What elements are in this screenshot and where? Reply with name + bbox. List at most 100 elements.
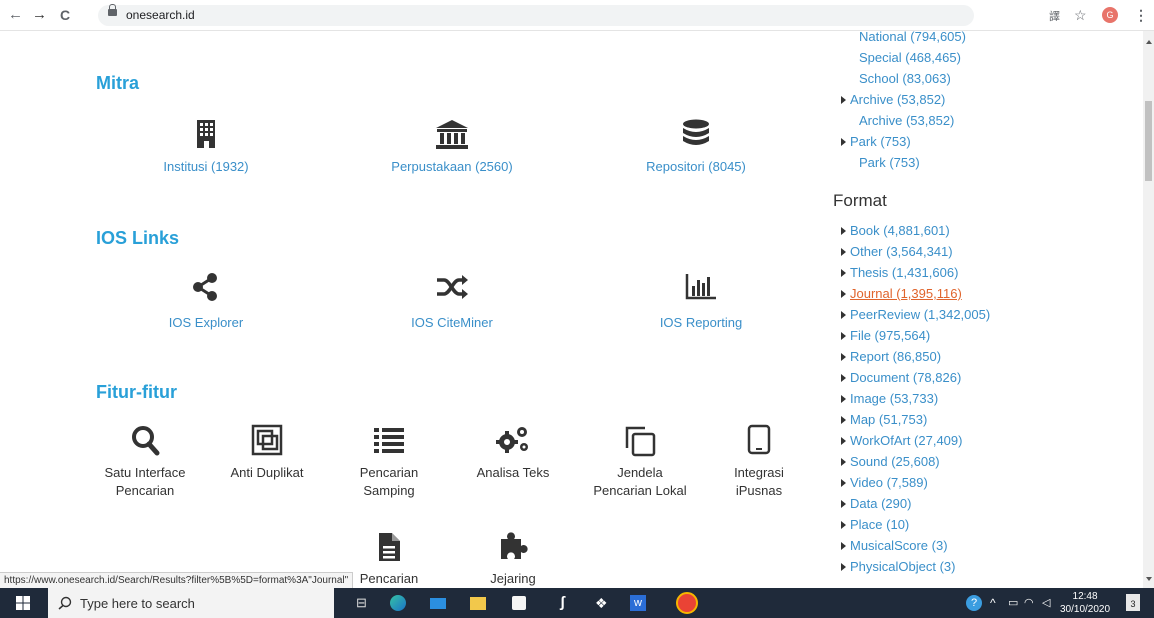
format-facet-label: Image (53,733) [850, 391, 939, 406]
fitur-label-1b: Pencarian [115, 483, 175, 498]
puzzle-icon [501, 532, 528, 559]
format-facet-item[interactable]: Thesis (1,431,606) [841, 262, 958, 283]
fitur-satu-interface[interactable]: Satu Interface Pencarian [90, 424, 200, 500]
format-facet-item[interactable]: Image (53,733) [841, 388, 938, 409]
windows-taskbar: Type here to search ⊟ ʃ ❖ w ? ^ ▭ ◠ ◁ 12… [0, 588, 1154, 618]
sidebar-facet-item[interactable]: Archive (53,852) [859, 110, 954, 131]
ios-citeminer[interactable]: IOS CiteMiner [392, 272, 512, 332]
edge-icon[interactable] [390, 595, 406, 611]
notification-icon[interactable]: 3 [1126, 594, 1140, 611]
search-icon [58, 596, 72, 610]
scrollbar-thumb[interactable] [1145, 101, 1152, 181]
format-facet-item[interactable]: File (975,564) [841, 325, 930, 346]
format-facet-item[interactable]: PhysicalObject (3) [841, 556, 955, 577]
mail-icon[interactable] [430, 598, 446, 609]
format-facet-item[interactable]: WorkOfArt (27,409) [841, 430, 962, 451]
caret-right-icon [841, 290, 846, 298]
caret-right-icon [841, 458, 846, 466]
ios-explorer[interactable]: IOS Explorer [146, 272, 266, 332]
task-view-icon[interactable]: ⊟ [356, 595, 367, 611]
forward-button[interactable]: → [32, 5, 47, 25]
scroll-down-icon[interactable] [1146, 577, 1152, 581]
file-explorer-icon[interactable] [470, 597, 486, 610]
format-facet-label: Journal (1,395,116) [850, 286, 962, 301]
format-facet-item[interactable]: Other (3,564,341) [841, 241, 953, 262]
fitur-integrasi-ipusnas[interactable]: Integrasi iPusnas [704, 424, 814, 500]
notification-count: 3 [1130, 599, 1136, 609]
format-facet-label: Map (51,753) [850, 412, 928, 427]
caret-right-icon [841, 416, 846, 424]
format-facet-item[interactable]: Sound (25,608) [841, 451, 940, 472]
format-facet-label: Document (78,826) [850, 370, 962, 385]
address-url: onesearch.id [126, 8, 195, 22]
ios-reporting[interactable]: IOS Reporting [641, 272, 761, 332]
volume-icon[interactable]: ◁ [1042, 595, 1050, 611]
mitra-institusi[interactable]: Institusi (1932) [146, 118, 266, 176]
system-clock[interactable]: 12:48 30/10/2020 [1060, 590, 1110, 616]
help-icon[interactable]: ? [966, 595, 982, 611]
list-icon [374, 428, 404, 453]
ios-links-heading: IOS Links [96, 228, 180, 248]
page-scrollbar[interactable] [1143, 31, 1154, 588]
fitur-label-3a: Pencarian [359, 465, 419, 480]
format-facet-label: Place (10) [850, 517, 910, 532]
tablet-icon [747, 424, 771, 455]
caret-right-icon [841, 521, 846, 529]
sidebar-facet-item[interactable]: National (794,605) [859, 26, 966, 47]
format-facet-item[interactable]: Place (10) [841, 514, 909, 535]
translate-icon[interactable]: 譯 [1049, 8, 1060, 26]
windows-start-icon[interactable] [16, 596, 30, 610]
format-facet-item[interactable]: Video (7,589) [841, 472, 928, 493]
fitur-jendela-pencarian[interactable]: Jendela Pencarian Lokal [580, 424, 700, 500]
fitur-analisa-teks[interactable]: Analisa Teks [458, 424, 568, 482]
caret-right-icon [841, 479, 846, 487]
avatar[interactable]: G [1102, 7, 1118, 23]
sidebar-facet-item[interactable]: Park (753) [841, 131, 911, 152]
wifi-icon[interactable]: ◠ [1024, 595, 1034, 611]
taskbar-search-placeholder: Type here to search [80, 596, 195, 611]
reload-button[interactable]: C [60, 5, 70, 25]
facet-label: Archive (53,852) [859, 113, 955, 128]
format-facet-item[interactable]: Journal (1,395,116) [841, 283, 962, 304]
format-facet-item[interactable]: Document (78,826) [841, 367, 961, 388]
fitur-jejaring[interactable]: Jejaring [458, 531, 568, 588]
fitur-anti-duplikat[interactable]: Anti Duplikat [212, 424, 322, 482]
format-facet-item[interactable]: PeerReview (1,342,005) [841, 304, 990, 325]
mitra-perpustakaan[interactable]: Perpustakaan (2560) [382, 118, 522, 176]
fitur-pencarian-samping[interactable]: Pencarian Samping [334, 424, 444, 500]
format-facet-label: MusicalScore (3) [850, 538, 948, 553]
chevron-up-icon[interactable]: ^ [990, 595, 996, 611]
format-facet-item[interactable]: Data (290) [841, 493, 911, 514]
sidebar-facet-item[interactable]: School (83,063) [859, 68, 951, 89]
app-icon[interactable]: ʃ [560, 595, 565, 611]
format-facet-item[interactable]: Book (4,881,601) [841, 220, 950, 241]
fitur-label-4a: Analisa Teks [476, 465, 550, 480]
dropbox-icon[interactable]: ❖ [595, 595, 608, 611]
fitur-label-1a: Satu Interface [104, 465, 186, 480]
format-facet-item[interactable]: Report (86,850) [841, 346, 941, 367]
word-icon[interactable]: w [630, 595, 646, 611]
menu-icon[interactable]: ⋮ [1134, 6, 1148, 24]
sidebar-facet-item[interactable]: Special (468,465) [859, 47, 961, 68]
mitra-repositori[interactable]: Repositori (8045) [636, 118, 756, 176]
library-icon [436, 120, 468, 149]
back-button[interactable]: ← [8, 5, 23, 25]
format-facet-item[interactable]: Map (51,753) [841, 409, 927, 430]
format-facet-item[interactable]: MusicalScore (3) [841, 535, 948, 556]
facet-label: Park (753) [850, 134, 911, 149]
scroll-up-icon[interactable] [1146, 40, 1152, 44]
facet-label: National (794,605) [859, 29, 966, 44]
mitra-heading: Mitra [96, 73, 140, 93]
sidebar-facet-item[interactable]: Archive (53,852) [841, 89, 945, 110]
star-icon[interactable]: ☆ [1074, 6, 1087, 24]
fitur-label-5a: Jendela [617, 465, 663, 480]
taskbar-search-box[interactable]: Type here to search [48, 588, 334, 618]
format-facet-label: Video (7,589) [850, 475, 928, 490]
sidebar-facet-item[interactable]: Park (753) [859, 152, 920, 173]
mitra-repositori-label: Repositori (8045) [646, 159, 746, 174]
chrome-icon[interactable] [676, 592, 698, 614]
store-icon[interactable] [512, 596, 526, 610]
address-bar[interactable]: onesearch.id [98, 4, 974, 26]
battery-icon[interactable]: ▭ [1008, 595, 1018, 611]
caret-right-icon [841, 227, 846, 235]
